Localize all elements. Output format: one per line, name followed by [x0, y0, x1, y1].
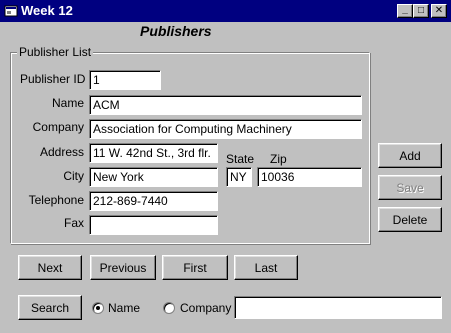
maximize-icon: □	[417, 5, 425, 16]
window-title: Week 12	[21, 3, 73, 18]
publisher-id-label: Publisher ID	[20, 72, 86, 86]
telephone-field[interactable]: 212-869-7440	[89, 191, 218, 211]
address-label: Address	[39, 145, 84, 159]
last-button-label: Last	[254, 260, 278, 275]
city-label: City	[63, 169, 84, 183]
previous-button[interactable]: Previous	[90, 255, 156, 280]
first-button-label: First	[183, 260, 207, 275]
app-window-icon[interactable]	[4, 4, 18, 18]
title-bar[interactable]: Week 12 _ □ ✕	[0, 0, 451, 22]
close-icon: ✕	[434, 5, 444, 16]
publisher-id-field[interactable]: 1	[89, 70, 161, 90]
minimize-button[interactable]: _	[397, 4, 413, 18]
search-button[interactable]: Search	[18, 295, 82, 320]
next-button[interactable]: Next	[18, 255, 82, 280]
radio-selected-icon	[92, 302, 104, 314]
zip-field[interactable]: 10036	[257, 167, 362, 187]
search-by-name-label: Name	[108, 301, 141, 315]
form-heading: Publishers	[140, 23, 212, 39]
next-button-label: Next	[37, 260, 63, 275]
save-button-label: Save	[396, 180, 424, 195]
delete-button-label: Delete	[392, 212, 428, 227]
save-button[interactable]: Save	[378, 175, 442, 200]
minimize-icon: _	[402, 3, 408, 15]
fax-field[interactable]	[89, 215, 218, 235]
city-field[interactable]: New York	[89, 167, 218, 187]
add-button-label: Add	[399, 148, 421, 163]
state-field[interactable]: NY	[226, 167, 252, 187]
first-button[interactable]: First	[162, 255, 228, 280]
add-button[interactable]: Add	[378, 143, 442, 168]
radio-unselected-icon	[163, 302, 175, 314]
telephone-label: Telephone	[28, 193, 84, 207]
zip-label: Zip	[270, 152, 287, 166]
search-input[interactable]	[234, 296, 442, 319]
name-field[interactable]: ACM	[89, 95, 362, 115]
close-button[interactable]: ✕	[431, 4, 447, 18]
search-button-label: Search	[30, 300, 70, 315]
search-by-company-radio[interactable]	[163, 302, 175, 314]
group-title: Publisher List	[17, 45, 94, 59]
fax-label: Fax	[63, 216, 84, 230]
maximize-button[interactable]: □	[413, 4, 429, 18]
last-button[interactable]: Last	[234, 255, 298, 280]
search-by-company-label: Company	[180, 301, 232, 315]
previous-button-label: Previous	[99, 260, 147, 275]
search-by-name-radio[interactable]	[92, 302, 104, 314]
company-label: Company	[32, 120, 84, 134]
address-field[interactable]: 11 W. 42nd St., 3rd flr.	[89, 143, 218, 163]
name-label: Name	[51, 96, 84, 110]
delete-button[interactable]: Delete	[378, 207, 442, 232]
state-label: State	[226, 152, 255, 166]
company-field[interactable]: Association for Computing Machinery	[89, 119, 362, 139]
